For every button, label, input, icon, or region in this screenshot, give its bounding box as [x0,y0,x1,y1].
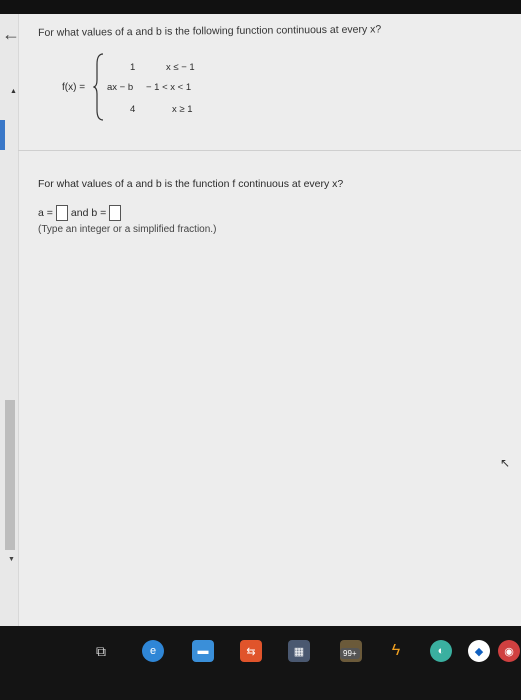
brace-icon [93,53,104,121]
mouse-cursor-icon: ↖ [500,456,511,470]
notification-badge: 99+ [340,648,360,659]
a-answer-input[interactable] [55,205,68,221]
collapse-arrow-icon[interactable]: ▲ [10,88,17,95]
file-explorer-icon[interactable]: ▬ [192,640,214,662]
task-view-icon[interactable]: ⧉ [90,640,112,662]
function-name: f(x) = [62,82,86,93]
piece-condition-3: x ≥ 1 [172,104,193,115]
app-icon-2[interactable]: ◐ [430,640,452,662]
screen [0,14,521,626]
piece-condition-2: − 1 < x < 1 [146,82,192,93]
edge-browser-icon[interactable]: e [142,640,164,662]
scrollbar[interactable] [5,400,15,550]
scroll-down-arrow-icon[interactable]: ▼ [8,556,15,563]
calculator-icon[interactable]: ▦ [288,640,310,662]
piece-value-1: 1 [130,62,136,73]
left-accent-bar [0,120,5,150]
top-bezel [0,0,521,14]
piece-value-2: ax − b [107,82,134,93]
piece-value-3: 4 [130,104,136,115]
back-arrow-icon[interactable]: ← [2,24,20,45]
divider [18,150,521,151]
taskbar: ⧉ e ▬ ⇆ ▦ ✉ ϟ ◐ ◆ ◉ [0,626,521,700]
b-answer-input[interactable] [109,205,122,221]
a-label: a = [38,207,53,219]
answer-hint: (Type an integer or a simplified fractio… [38,224,217,235]
b-label: and b = [70,207,107,219]
app-icon[interactable]: ⇆ [240,640,262,662]
answer-row: a = and b = [38,205,124,221]
app-icon-3[interactable]: ◆ [468,640,490,662]
chrome-icon[interactable]: ◉ [498,640,520,662]
piece-condition-1: x ≤ − 1 [166,62,195,73]
lightning-app-icon[interactable]: ϟ [385,640,407,662]
answer-prompt: For what values of a and b is the functi… [38,178,344,190]
